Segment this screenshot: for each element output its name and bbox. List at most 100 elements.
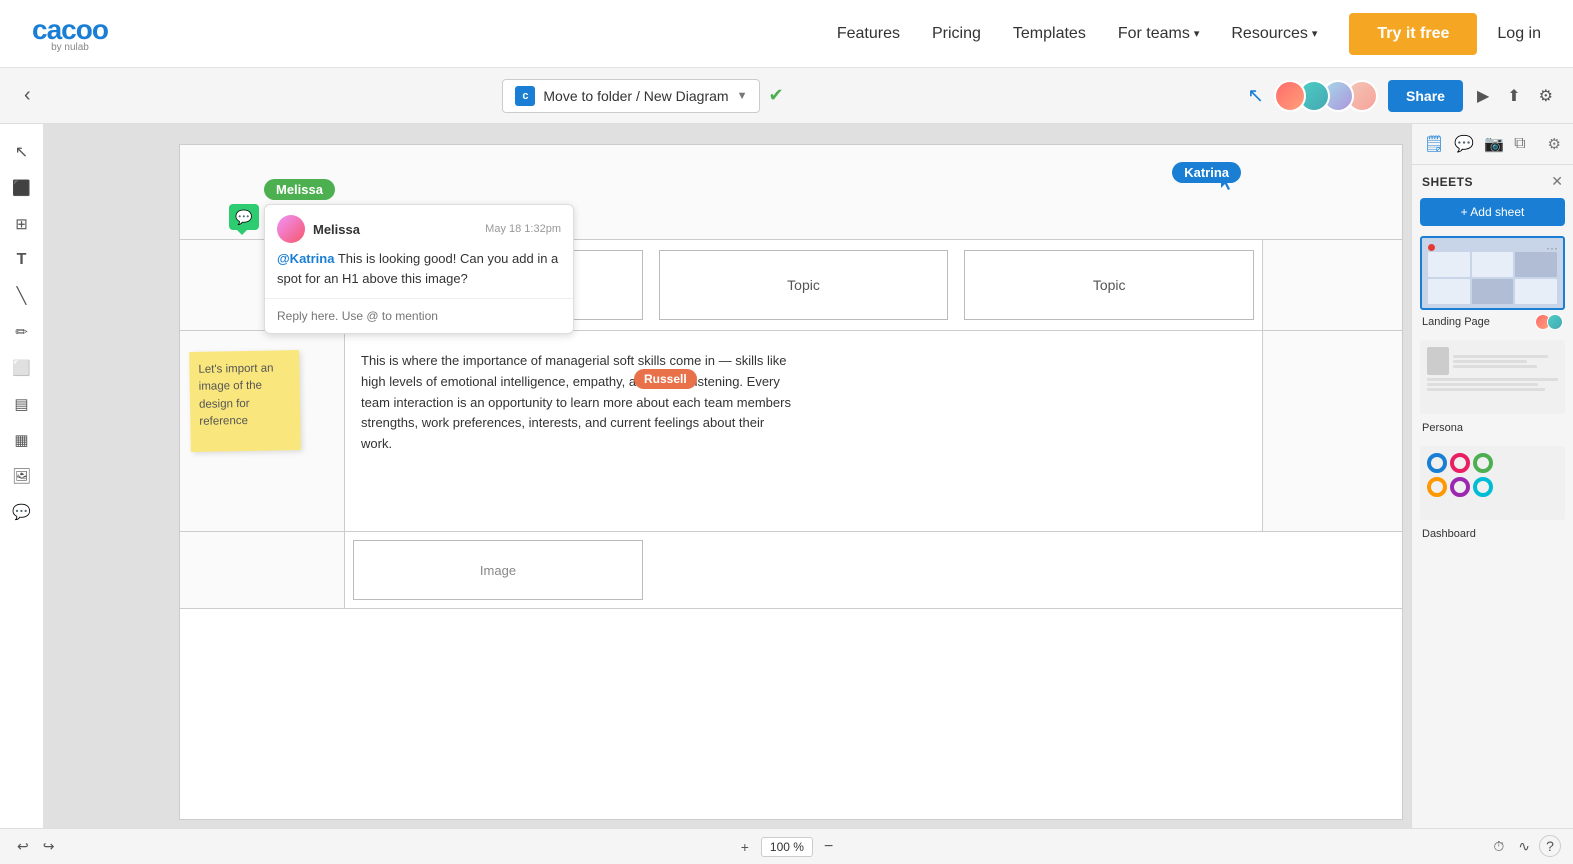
comment-reply-input[interactable] xyxy=(277,309,561,323)
save-check-icon: ✔ xyxy=(768,85,783,106)
right-panel-tabs: 🗒 💬 📷 ⧉ ⚙ xyxy=(1412,124,1573,165)
comment-timestamp: May 18 1:32pm xyxy=(485,223,561,235)
main-area: ‹ c Move to folder / New Diagram ▼ ✔ ↖ S… xyxy=(0,68,1573,864)
sheets-title: SHEETS xyxy=(1422,175,1473,189)
avatar-group xyxy=(1274,80,1378,112)
sheet-avatars-landing xyxy=(1539,314,1563,330)
history-button[interactable]: ⏱ xyxy=(1488,835,1509,858)
sheet-thumb-landing: ··· xyxy=(1420,236,1565,310)
more-settings-button[interactable]: ⚙ xyxy=(1535,82,1557,110)
wireframe-content-row: Let's import an image of the design for … xyxy=(180,331,1402,532)
image-placeholder[interactable]: Image xyxy=(353,540,643,600)
tool-comment[interactable]: 💬 xyxy=(6,496,38,528)
nav-features[interactable]: Features xyxy=(837,25,900,43)
sheets-section: SHEETS ✕ + Add sheet ··· xyxy=(1412,165,1573,552)
redo-button[interactable]: ↪ xyxy=(38,835,60,858)
tool-table[interactable]: ⬛ xyxy=(6,172,38,204)
bottom-toolbar: ↩ ↪ + 100 % − ⏱ ∿ ? xyxy=(0,828,1573,864)
bottom-toolbar-left: ↩ ↪ xyxy=(12,835,59,858)
wireframe-content-right xyxy=(1262,331,1402,531)
add-sheet-button[interactable]: + Add sheet xyxy=(1420,198,1565,226)
nav-pricing[interactable]: Pricing xyxy=(932,25,981,43)
nav-templates[interactable]: Templates xyxy=(1013,25,1086,43)
left-tool-panel: ↖ ⬛ ⊞ T ╲ ✏ ⬜ ▤ ▦ 🖼 💬 xyxy=(0,124,44,828)
diagram-toolbar: ‹ c Move to folder / New Diagram ▼ ✔ ↖ S… xyxy=(0,68,1573,124)
help-button[interactable]: ? xyxy=(1539,835,1561,857)
tool-line[interactable]: ╲ xyxy=(6,280,38,312)
export-button[interactable]: ⬆ xyxy=(1503,82,1524,110)
tool-layout[interactable]: ▤ xyxy=(6,388,38,420)
share-button[interactable]: Share xyxy=(1388,80,1463,112)
canvas-area: 💬 Melissa Melissa May 18 1:32pm @Katrina… xyxy=(44,124,1411,828)
try-it-free-button[interactable]: Try it free xyxy=(1349,13,1477,55)
comment-bubble-icon[interactable]: 💬 xyxy=(229,204,259,230)
comment-username: Melissa xyxy=(313,222,360,237)
undo-button[interactable]: ↩ xyxy=(12,835,34,858)
sticky-note[interactable]: Let's import an image of the design for … xyxy=(189,350,301,452)
nav-for-teams[interactable]: For teams ▾ xyxy=(1118,25,1200,43)
melissa-user-tag: Melissa xyxy=(264,179,335,200)
toolbar-right: ↖ Share ▶ ⬆ ⚙ xyxy=(1247,80,1557,112)
tool-image[interactable]: 🖼 xyxy=(6,460,38,492)
wireframe-image-row: Image xyxy=(180,532,1402,609)
avatar-1 xyxy=(1274,80,1306,112)
login-link[interactable]: Log in xyxy=(1497,25,1541,43)
wireframe-right-col xyxy=(1262,240,1402,330)
tab-settings-icon[interactable]: ⚙ xyxy=(1546,133,1563,155)
sheet-name-landing: Landing Page xyxy=(1422,316,1490,328)
zoom-display[interactable]: 100 % xyxy=(761,837,813,857)
sheet-item-dashboard[interactable]: Dashboard xyxy=(1420,446,1565,542)
sheet-item-landing-page[interactable]: ··· Landing Page xyxy=(1420,236,1565,330)
graph-button[interactable]: ∿ xyxy=(1513,835,1535,858)
tab-video-icon[interactable]: 📷 xyxy=(1482,132,1506,156)
topic-box-3[interactable]: Topic xyxy=(964,250,1254,320)
comment-header: Melissa May 18 1:32pm xyxy=(265,205,573,247)
zoom-out-button[interactable]: − xyxy=(819,835,838,859)
bottom-toolbar-right: ⏱ ∿ ? xyxy=(1488,835,1561,858)
tab-comment-icon[interactable]: 💬 xyxy=(1452,132,1476,156)
workspace: ↖ ⬛ ⊞ T ╲ ✏ ⬜ ▤ ▦ 🖼 💬 💬 Melissa xyxy=(0,124,1573,828)
logo[interactable]: cacoo by nulab xyxy=(32,14,108,53)
sheet-thumb-persona xyxy=(1420,340,1565,414)
tool-select[interactable]: ↖ xyxy=(6,136,38,168)
logo-sub: by nulab xyxy=(32,42,108,53)
content-body-text: This is where the importance of manageri… xyxy=(361,351,791,455)
diagram-path[interactable]: c Move to folder / New Diagram ▼ xyxy=(502,79,760,113)
add-element-button[interactable]: + xyxy=(735,836,755,858)
cursor-pointer-icon: ↖ xyxy=(1247,83,1264,108)
navbar: cacoo by nulab Features Pricing Template… xyxy=(0,0,1573,68)
russell-user-tag: Russell xyxy=(634,369,697,389)
sheet-name-persona: Persona xyxy=(1422,422,1463,434)
nav-links: Features Pricing Templates For teams ▾ R… xyxy=(837,25,1318,43)
for-teams-chevron: ▾ xyxy=(1194,27,1200,40)
topic-box-2[interactable]: Topic xyxy=(659,250,949,320)
tab-layers-icon[interactable]: ⧉ xyxy=(1512,133,1527,155)
katrina-user-tag: Katrina xyxy=(1172,162,1241,183)
path-dropdown-arrow: ▼ xyxy=(737,90,748,102)
sheet-item-persona[interactable]: Persona xyxy=(1420,340,1565,436)
comment-box: Melissa May 18 1:32pm @Katrina This is l… xyxy=(264,204,574,334)
tool-text[interactable]: T xyxy=(6,244,38,276)
tool-pen[interactable]: ✏ xyxy=(6,316,38,348)
sheets-close-button[interactable]: ✕ xyxy=(1551,173,1563,190)
play-button[interactable]: ▶ xyxy=(1473,82,1493,110)
comment-mention[interactable]: @Katrina xyxy=(277,251,334,266)
sheet-name-dashboard: Dashboard xyxy=(1422,528,1476,540)
sheet-label-landing: Landing Page xyxy=(1420,310,1565,330)
resources-chevron: ▾ xyxy=(1312,27,1318,40)
tool-shape[interactable]: ⬜ xyxy=(6,352,38,384)
sheet-label-persona: Persona xyxy=(1420,414,1565,436)
wireframe-content-left: Let's import an image of the design for … xyxy=(180,331,345,531)
right-panel: 🗒 💬 📷 ⧉ ⚙ SHEETS ✕ + Add sheet ··· xyxy=(1411,124,1573,828)
bottom-toolbar-center: + 100 % − xyxy=(735,835,839,859)
sheets-header: SHEETS ✕ xyxy=(1412,165,1573,198)
comment-body: @Katrina This is looking good! Can you a… xyxy=(265,247,573,298)
tool-grid[interactable]: ⊞ xyxy=(6,208,38,240)
sheet-thumb-dashboard xyxy=(1420,446,1565,520)
sheet-label-dashboard: Dashboard xyxy=(1420,520,1565,542)
tab-page-icon[interactable]: 🗒 xyxy=(1422,132,1446,156)
back-button[interactable]: ‹ xyxy=(16,80,39,111)
nav-resources[interactable]: Resources ▾ xyxy=(1231,25,1317,43)
diagram-path-text: Move to folder / New Diagram xyxy=(543,88,728,104)
tool-chart[interactable]: ▦ xyxy=(6,424,38,456)
